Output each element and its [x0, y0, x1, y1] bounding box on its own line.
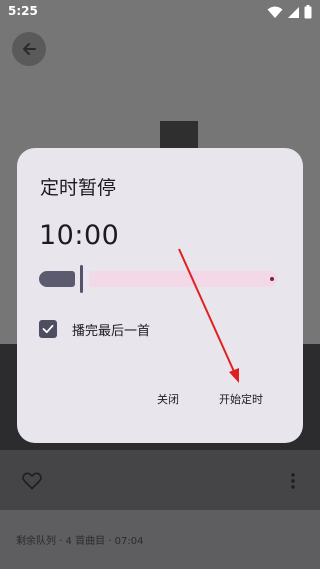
slider-inactive-track [89, 271, 277, 287]
status-bar: 5:25 [0, 0, 320, 24]
more-vertical-icon [291, 473, 295, 489]
more-options-button[interactable] [290, 472, 296, 494]
sleep-timer-dialog: 定时暂停 10:00 播完最后一首 关闭 开始定时 [17, 148, 303, 443]
slider-handle[interactable] [80, 265, 83, 293]
status-time: 5:25 [8, 4, 38, 18]
timer-slider[interactable] [39, 265, 284, 293]
status-icons [267, 4, 312, 20]
signal-icon [288, 6, 299, 18]
favorite-button[interactable] [22, 472, 42, 494]
back-button[interactable] [12, 32, 46, 66]
slider-stop-indicator [270, 277, 274, 281]
timer-value: 10:00 [39, 220, 120, 251]
album-art-placeholder [160, 121, 198, 151]
player-controls-bar [0, 450, 320, 510]
slider-active-track [39, 271, 75, 287]
battery-icon [304, 5, 312, 19]
wifi-icon [267, 6, 283, 18]
heart-outline-icon [22, 472, 42, 490]
arrow-back-icon [23, 43, 36, 55]
checkbox-label: 播完最后一首 [72, 323, 151, 339]
app-screen: 5:25 剩余队列 · 4 首曲目 · 07:04 定时暂停 10:00 播完最… [0, 0, 320, 569]
close-button[interactable]: 关闭 [157, 391, 179, 407]
finish-last-song-option[interactable]: 播完最后一首 [39, 318, 150, 340]
queue-info: 剩余队列 · 4 首曲目 · 07:04 [16, 536, 144, 547]
finish-last-song-checkbox[interactable] [39, 320, 57, 338]
check-icon [42, 324, 54, 334]
dialog-title: 定时暂停 [40, 177, 117, 199]
start-timer-button[interactable]: 开始定时 [219, 391, 263, 407]
